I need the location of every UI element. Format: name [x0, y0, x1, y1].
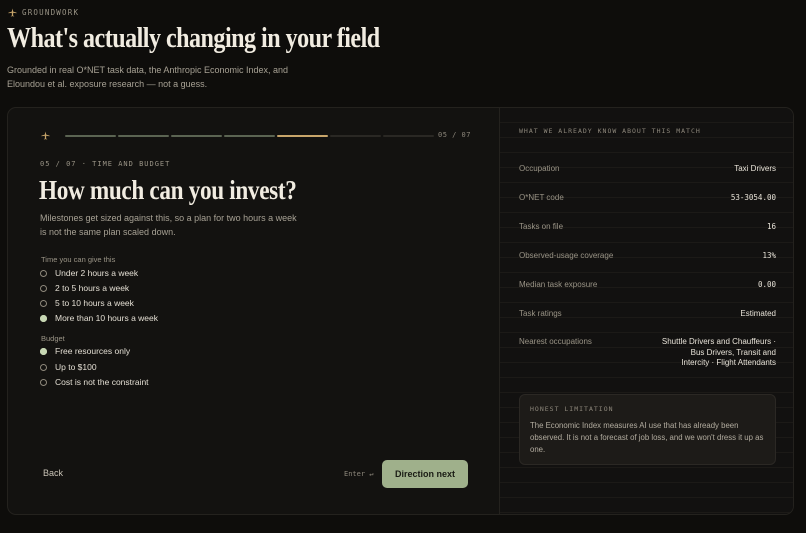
page-subtitle: Grounded in real O*NET task data, the An… — [7, 65, 288, 89]
match-value-line: Bus Drivers, Transit and — [690, 347, 776, 357]
radio-icon — [40, 269, 47, 277]
enter-hint: Enter ↵ — [344, 470, 374, 478]
progress-segment — [171, 135, 222, 137]
match-key: Observed-usage coverage — [519, 251, 614, 260]
brand-name: GROUNDWORK — [22, 8, 80, 17]
match-value: 13% — [762, 251, 776, 260]
match-key: O*NET code — [519, 193, 564, 202]
question-description: Milestones get sized against this, so a … — [40, 213, 297, 237]
time-option[interactable]: 2 to 5 hours a week — [40, 283, 129, 293]
limitation-note: HONEST LIMITATION The Economic Index mea… — [519, 394, 776, 465]
match-row: O*NET code 53-3054.00 — [519, 193, 776, 204]
match-row: Tasks on file 16 — [519, 222, 776, 233]
time-option[interactable]: 5 to 10 hours a week — [40, 298, 134, 308]
plane-icon — [8, 8, 17, 17]
radio-icon — [40, 299, 47, 307]
progress-segment — [224, 135, 275, 137]
page-title: What's actually changing in your field — [7, 23, 380, 54]
match-value: 53-3054.00 — [730, 193, 776, 202]
budget-option[interactable]: Free resources only — [40, 346, 130, 356]
option-label: Up to $100 — [55, 362, 97, 372]
onboarding-card: 05 / 07 05 / 07 · TIME AND BUDGET How mu… — [7, 107, 794, 515]
limitation-label: HONEST LIMITATION — [530, 405, 614, 413]
option-label: Cost is not the constraint — [55, 377, 149, 387]
option-label: More than 10 hours a week — [55, 313, 159, 323]
match-value: Taxi Drivers — [734, 164, 776, 173]
progress-segment — [330, 135, 381, 137]
match-key: Median task exposure — [519, 280, 598, 289]
step-count: 05 / 07 — [437, 131, 471, 139]
budget-group-label: Budget — [41, 334, 65, 343]
match-row: Task ratings Estimated — [519, 309, 776, 320]
match-value: 0.00 — [757, 280, 776, 289]
option-label: 5 to 10 hours a week — [55, 298, 134, 308]
nearest-occupations: Shuttle Drivers and Chauffeurs · Bus Dri… — [662, 337, 776, 369]
option-label: Under 2 hours a week — [55, 268, 139, 278]
time-option[interactable]: More than 10 hours a week — [40, 313, 158, 323]
question-panel: 05 / 07 05 / 07 · TIME AND BUDGET How mu… — [8, 108, 499, 514]
match-panel-heading: WHAT WE ALREADY KNOW ABOUT THIS MATCH — [519, 127, 701, 135]
match-value-line: Shuttle Drivers and Chauffeurs · — [661, 337, 776, 346]
match-value-line: Intercity · Flight Attendants — [681, 358, 776, 367]
radio-icon — [40, 378, 47, 386]
brand: GROUNDWORK — [8, 8, 79, 17]
radio-icon — [40, 284, 47, 292]
match-row: Observed-usage coverage 13% — [519, 251, 776, 262]
budget-option[interactable]: Up to $100 — [40, 362, 97, 372]
progress-segment — [277, 135, 328, 137]
step-kicker: 05 / 07 · TIME AND BUDGET — [40, 160, 171, 168]
time-group-label: Time you can give this — [41, 255, 116, 264]
question-title: How much can you invest? — [39, 175, 297, 205]
radio-icon — [40, 347, 47, 355]
next-button[interactable]: Direction next — [382, 460, 468, 488]
time-option[interactable]: Under 2 hours a week — [40, 268, 138, 278]
radio-icon — [40, 314, 47, 322]
match-row: Median task exposure 0.00 — [519, 280, 776, 291]
radio-icon — [40, 363, 47, 371]
progress-segment — [118, 135, 169, 137]
option-label: Free resources only — [55, 346, 131, 356]
match-value: 16 — [766, 222, 776, 231]
match-value: Estimated — [740, 309, 776, 318]
step-progress: 05 / 07 — [41, 130, 471, 142]
match-key: Nearest occupations — [519, 337, 592, 346]
budget-option[interactable]: Cost is not the constraint — [40, 377, 149, 387]
limitation-text: The Economic Index measures AI use that … — [530, 421, 764, 454]
match-key: Tasks on file — [519, 222, 564, 231]
match-key: Task ratings — [519, 309, 562, 318]
plane-icon — [41, 131, 50, 140]
option-label: 2 to 5 hours a week — [55, 283, 130, 293]
match-row: Occupation Taxi Drivers — [519, 164, 776, 175]
back-button[interactable]: Back — [43, 468, 63, 478]
progress-segment — [383, 135, 434, 137]
match-panel: WHAT WE ALREADY KNOW ABOUT THIS MATCH Oc… — [499, 108, 793, 514]
match-row: Nearest occupations Shuttle Drivers and … — [519, 337, 776, 369]
match-key: Occupation — [519, 164, 560, 173]
progress-segment — [65, 135, 116, 137]
